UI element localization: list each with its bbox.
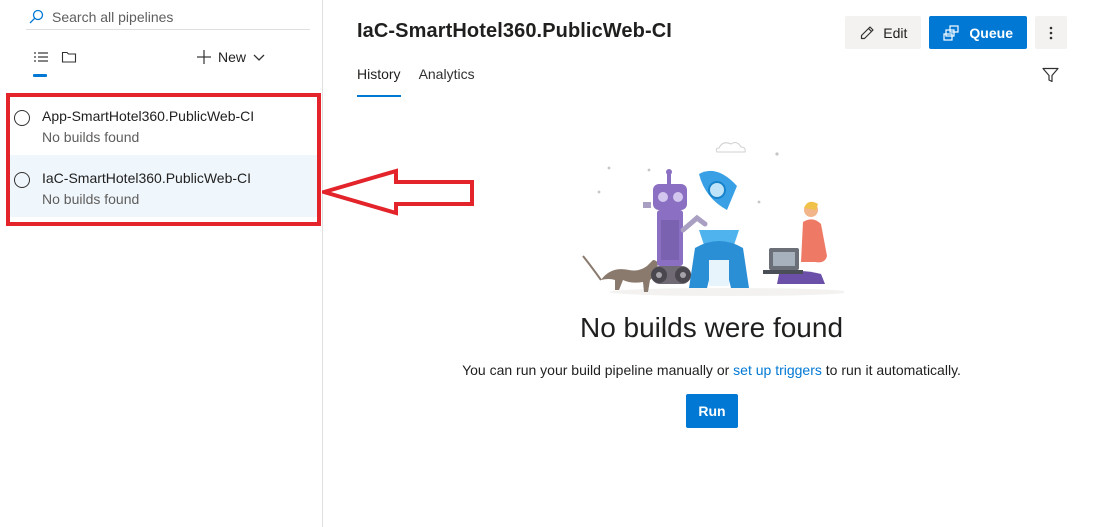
active-view-indicator [33, 74, 47, 77]
pipeline-name: IaC-SmartHotel360.PublicWeb-CI [42, 170, 252, 186]
pipeline-item-selected[interactable]: IaC-SmartHotel360.PublicWeb-CI No builds… [6, 155, 320, 217]
empty-message-text: You can run your build pipeline manually… [462, 362, 734, 378]
annotation-arrow [322, 168, 474, 216]
edit-label: Edit [883, 24, 908, 41]
queue-label: Queue [969, 24, 1013, 41]
pipeline-status: No builds found [42, 129, 140, 145]
more-actions-button[interactable] [1035, 16, 1067, 49]
view-toolbar: New [26, 40, 316, 80]
search-input[interactable]: Search all pipelines [52, 9, 173, 25]
robot-rocket-illustration [582, 142, 844, 296]
pipeline-status: No builds found [42, 191, 140, 207]
empty-state-title: No builds were found [579, 312, 844, 343]
header-actions: Edit Queue [845, 16, 1067, 49]
empty-message-text-end: to run it automatically. [821, 362, 961, 378]
plus-icon [197, 50, 211, 64]
folder-view-button[interactable] [56, 46, 82, 68]
filter-icon[interactable] [1042, 67, 1059, 83]
radio-icon[interactable] [14, 110, 30, 126]
pipeline-item[interactable]: App-SmartHotel360.PublicWeb-CI No builds… [6, 93, 320, 155]
pipelines-sidebar: Search all pipelines New App-SmartHotel3… [0, 0, 323, 527]
pipeline-list: App-SmartHotel360.PublicWeb-CI No builds… [6, 93, 320, 217]
tab-history[interactable]: History [357, 66, 401, 97]
page-title: IaC-SmartHotel360.PublicWeb-CI [357, 20, 672, 42]
tab-analytics[interactable]: Analytics [419, 66, 475, 97]
new-label: New [218, 49, 247, 65]
radio-icon[interactable] [14, 172, 30, 188]
edit-button[interactable]: Edit [845, 16, 922, 49]
queue-button[interactable]: Queue [929, 16, 1027, 49]
queue-icon [943, 24, 960, 41]
pipeline-name: App-SmartHotel360.PublicWeb-CI [42, 108, 255, 124]
folder-icon [61, 51, 77, 63]
tab-bar: History Analytics [357, 66, 475, 97]
chevron-down-icon [253, 54, 265, 61]
run-button[interactable]: Run [686, 394, 738, 428]
pencil-icon [861, 25, 874, 39]
list-view-icon [34, 52, 48, 62]
more-vertical-icon [1049, 26, 1053, 39]
set-up-triggers-link[interactable]: set up triggers [733, 362, 822, 378]
new-pipeline-button[interactable]: New [196, 45, 266, 69]
empty-state-message: You can run your build pipeline manually… [324, 362, 1099, 378]
search-icon [26, 7, 46, 27]
list-view-button[interactable] [28, 46, 54, 68]
search-box[interactable]: Search all pipelines [26, 4, 310, 30]
